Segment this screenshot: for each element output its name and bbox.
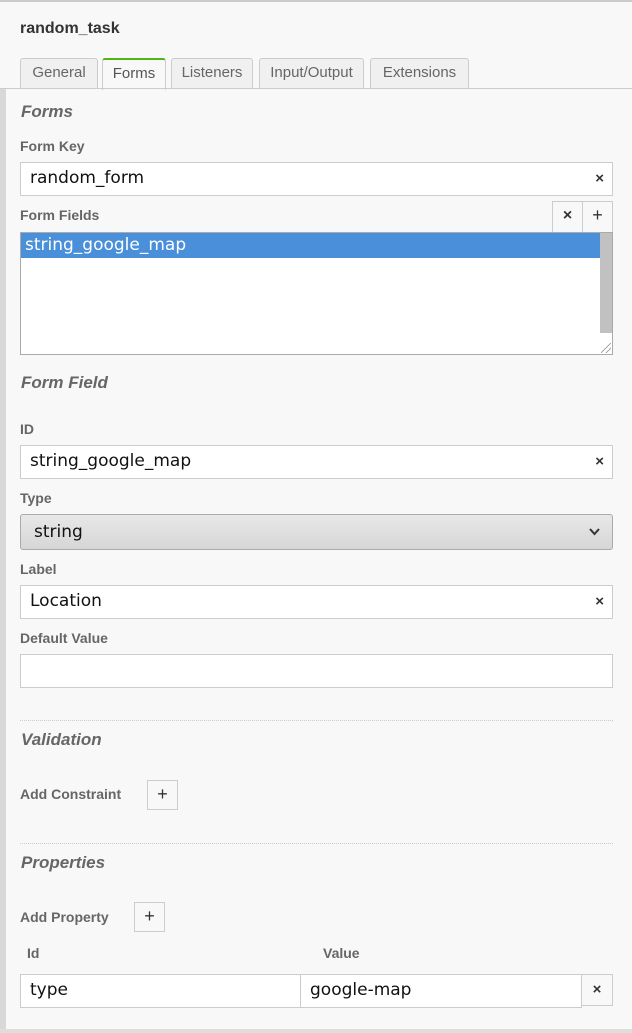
forms-heading: Forms [21, 102, 73, 121]
column-header-value: Value [323, 945, 360, 961]
id-value: string_google_map [30, 451, 192, 471]
tab-listeners[interactable]: Listeners [171, 58, 253, 89]
add-constraint-label: Add Constraint [20, 786, 122, 802]
tab-divider [0, 88, 632, 89]
label-label: Label [20, 561, 57, 577]
tab-general[interactable]: General [20, 58, 98, 89]
properties-heading: Properties [21, 853, 106, 872]
clear-icon[interactable]: × [595, 586, 604, 617]
element-title: random_task [20, 20, 120, 37]
id-label: ID [20, 421, 34, 437]
tab-input-output[interactable]: Input/Output [259, 58, 364, 89]
chevron-down-icon [589, 528, 600, 536]
label-value: Location [30, 591, 102, 611]
form-key-value: random_form [30, 168, 145, 188]
form-key-input[interactable]: random_form × [20, 162, 613, 196]
tab-forms[interactable]: Forms [102, 58, 166, 90]
default-value-label: Default Value [20, 630, 108, 646]
top-border [0, 0, 632, 2]
remove-field-button[interactable]: × [552, 201, 583, 233]
scrollbar[interactable] [600, 233, 612, 333]
validation-heading: Validation [21, 730, 102, 749]
default-value-input[interactable] [20, 654, 613, 688]
left-resize-bar[interactable] [0, 89, 6, 1033]
type-select[interactable]: string [20, 514, 613, 550]
clear-icon[interactable]: × [595, 446, 604, 477]
type-value: string [34, 522, 83, 542]
label-input[interactable]: Location × [20, 585, 613, 619]
list-item-selected[interactable]: string_google_map [21, 233, 600, 258]
property-id-input[interactable]: type [20, 974, 301, 1008]
form-key-label: Form Key [20, 138, 85, 154]
bottom-border [0, 1029, 632, 1033]
id-input[interactable]: string_google_map × [20, 445, 613, 479]
form-field-heading: Form Field [21, 373, 108, 392]
remove-property-button[interactable]: × [581, 974, 613, 1006]
form-fields-label: Form Fields [20, 207, 100, 223]
clear-icon[interactable]: × [595, 163, 604, 194]
add-field-button[interactable]: + [582, 201, 613, 233]
form-fields-list[interactable]: string_google_map [20, 232, 613, 355]
resize-grip-icon[interactable] [601, 343, 611, 353]
add-constraint-button[interactable]: + [147, 780, 178, 810]
property-value-input[interactable]: google-map [300, 974, 582, 1008]
add-property-button[interactable]: + [134, 902, 165, 932]
divider [20, 843, 613, 844]
column-header-id: Id [27, 945, 40, 961]
type-label: Type [20, 490, 52, 506]
tab-extensions[interactable]: Extensions [370, 58, 469, 89]
divider [20, 720, 613, 721]
add-property-label: Add Property [20, 909, 109, 925]
